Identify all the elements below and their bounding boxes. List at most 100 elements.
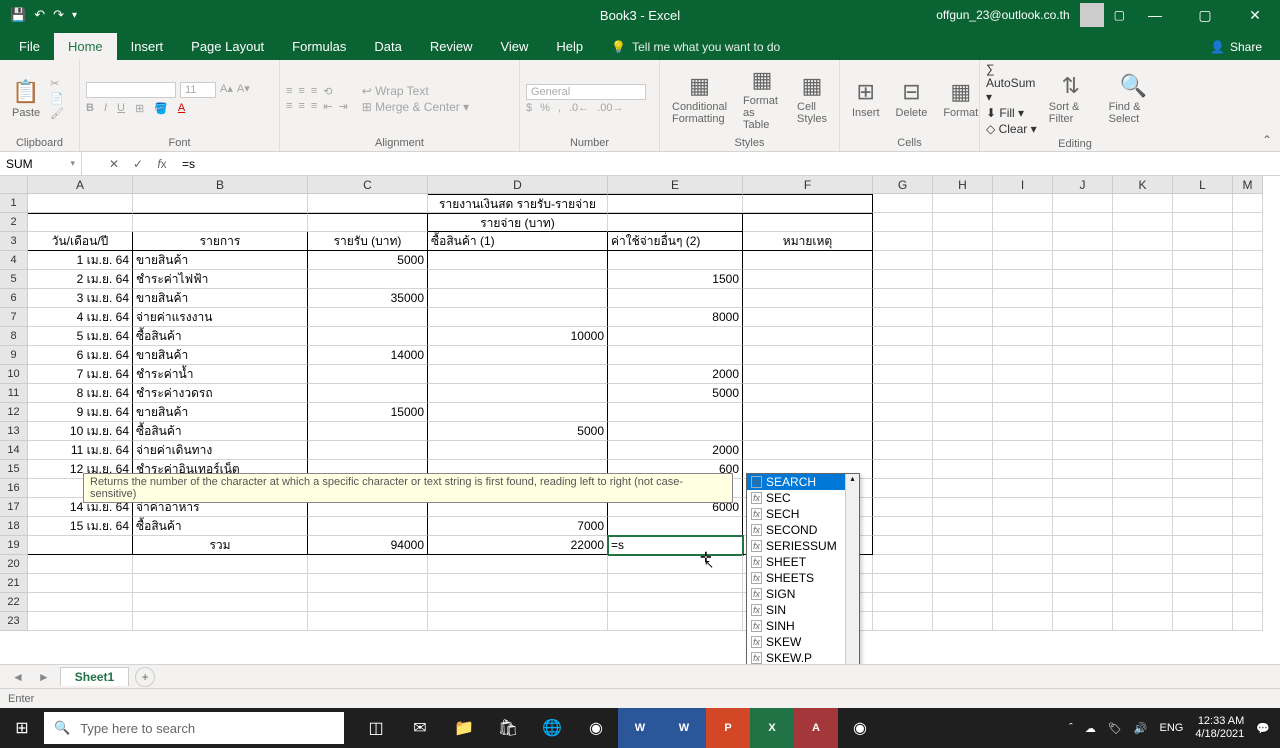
cell[interactable]: [308, 194, 428, 213]
font-color-icon[interactable]: A: [178, 102, 185, 115]
sheet-tab[interactable]: Sheet1: [60, 667, 129, 686]
cell[interactable]: [1053, 194, 1113, 213]
cell[interactable]: [1053, 593, 1113, 612]
excel-icon[interactable]: X: [750, 708, 794, 748]
cell[interactable]: [873, 593, 933, 612]
cell[interactable]: [933, 346, 993, 365]
chrome-icon[interactable]: 🌐: [530, 708, 574, 748]
cell[interactable]: [743, 403, 873, 422]
cell[interactable]: [933, 194, 993, 213]
tab-home[interactable]: Home: [54, 33, 117, 60]
cell[interactable]: [873, 479, 933, 498]
network-icon[interactable]: 🏷: [1108, 722, 1122, 735]
cell[interactable]: [873, 327, 933, 346]
cell[interactable]: [608, 327, 743, 346]
indent-dec-icon[interactable]: ⇤: [323, 100, 332, 113]
format-cells-button[interactable]: ▦Format: [937, 77, 984, 121]
cell[interactable]: [1053, 403, 1113, 422]
row-header[interactable]: 12: [0, 403, 28, 422]
cell[interactable]: [743, 251, 873, 270]
cell[interactable]: 2000: [608, 365, 743, 384]
cell[interactable]: [1173, 270, 1233, 289]
cell[interactable]: [1173, 460, 1233, 479]
cell[interactable]: ขายสินค้า: [133, 346, 308, 365]
cell[interactable]: [308, 365, 428, 384]
cell[interactable]: [1113, 479, 1173, 498]
cell[interactable]: [28, 612, 133, 631]
cut-icon[interactable]: ✂: [50, 77, 64, 90]
cell[interactable]: [308, 593, 428, 612]
cell[interactable]: [873, 422, 933, 441]
conditional-formatting-button[interactable]: ▦Conditional Formatting: [666, 71, 733, 127]
col-header[interactable]: J: [1053, 176, 1113, 194]
col-header[interactable]: H: [933, 176, 993, 194]
tab-view[interactable]: View: [486, 33, 542, 60]
cell[interactable]: [1233, 213, 1263, 232]
cell[interactable]: [993, 593, 1053, 612]
cell[interactable]: ซื้อสินค้า (1): [428, 232, 608, 251]
cell[interactable]: [428, 270, 608, 289]
cell[interactable]: 4 เม.ย. 64: [28, 308, 133, 327]
fx-icon[interactable]: fx: [150, 157, 174, 171]
cell[interactable]: [1053, 327, 1113, 346]
cell[interactable]: [1053, 498, 1113, 517]
cell[interactable]: [1053, 365, 1113, 384]
row-header[interactable]: 15: [0, 460, 28, 479]
function-option[interactable]: SKEW: [747, 634, 859, 650]
cell[interactable]: [133, 612, 308, 631]
align-right-icon[interactable]: ≡: [311, 100, 317, 113]
cell[interactable]: [428, 308, 608, 327]
cell[interactable]: [933, 232, 993, 251]
delete-cells-button[interactable]: ⊟Delete: [890, 77, 934, 121]
row-header[interactable]: 8: [0, 327, 28, 346]
italic-button[interactable]: I: [104, 102, 107, 115]
cell[interactable]: [608, 251, 743, 270]
cell[interactable]: [743, 365, 873, 384]
cell[interactable]: [1233, 441, 1263, 460]
cell[interactable]: [993, 194, 1053, 213]
paste-button[interactable]: 📋 Paste: [6, 77, 46, 121]
cell[interactable]: [993, 270, 1053, 289]
cell[interactable]: [993, 289, 1053, 308]
sheet-next-icon[interactable]: ►: [34, 670, 54, 684]
cell[interactable]: [993, 308, 1053, 327]
cell[interactable]: 35000: [308, 289, 428, 308]
cell[interactable]: [1233, 422, 1263, 441]
border-icon[interactable]: ⊞: [135, 102, 144, 115]
fill-button[interactable]: ⬇ Fill ▾: [986, 106, 1039, 120]
cell[interactable]: [873, 403, 933, 422]
cell[interactable]: [1173, 346, 1233, 365]
cell[interactable]: [1113, 384, 1173, 403]
cell[interactable]: [608, 593, 743, 612]
cell[interactable]: [308, 441, 428, 460]
mail-icon[interactable]: ✉: [398, 708, 442, 748]
cell[interactable]: [1233, 593, 1263, 612]
save-icon[interactable]: 💾: [10, 7, 26, 23]
cell[interactable]: [743, 384, 873, 403]
onedrive-icon[interactable]: ☁: [1085, 722, 1096, 735]
cell[interactable]: [1233, 289, 1263, 308]
format-table-button[interactable]: ▦Format as Table: [737, 65, 787, 133]
cell[interactable]: [1173, 422, 1233, 441]
explorer-icon[interactable]: 📁: [442, 708, 486, 748]
maximize-button[interactable]: ▢: [1185, 0, 1225, 30]
cell[interactable]: 5 เม.ย. 64: [28, 327, 133, 346]
cell[interactable]: ค่าใช้จ่ายอื่นๆ (2): [608, 232, 743, 251]
cell[interactable]: 15 เม.ย. 64: [28, 517, 133, 536]
cell[interactable]: [993, 555, 1053, 574]
cell[interactable]: [428, 555, 608, 574]
cell[interactable]: [873, 213, 933, 232]
cell[interactable]: [743, 270, 873, 289]
align-bottom-icon[interactable]: ≡: [311, 85, 317, 98]
word-icon-2[interactable]: W: [662, 708, 706, 748]
align-center-icon[interactable]: ≡: [298, 100, 304, 113]
cell[interactable]: 1 เม.ย. 64: [28, 251, 133, 270]
percent-icon[interactable]: %: [540, 102, 550, 114]
cell[interactable]: [1173, 517, 1233, 536]
wrap-text-button[interactable]: ↩ Wrap Text: [362, 84, 469, 98]
sheet-prev-icon[interactable]: ◄: [8, 670, 28, 684]
cell[interactable]: [993, 403, 1053, 422]
cell[interactable]: [1053, 441, 1113, 460]
cell[interactable]: [608, 574, 743, 593]
cell[interactable]: [28, 213, 133, 232]
